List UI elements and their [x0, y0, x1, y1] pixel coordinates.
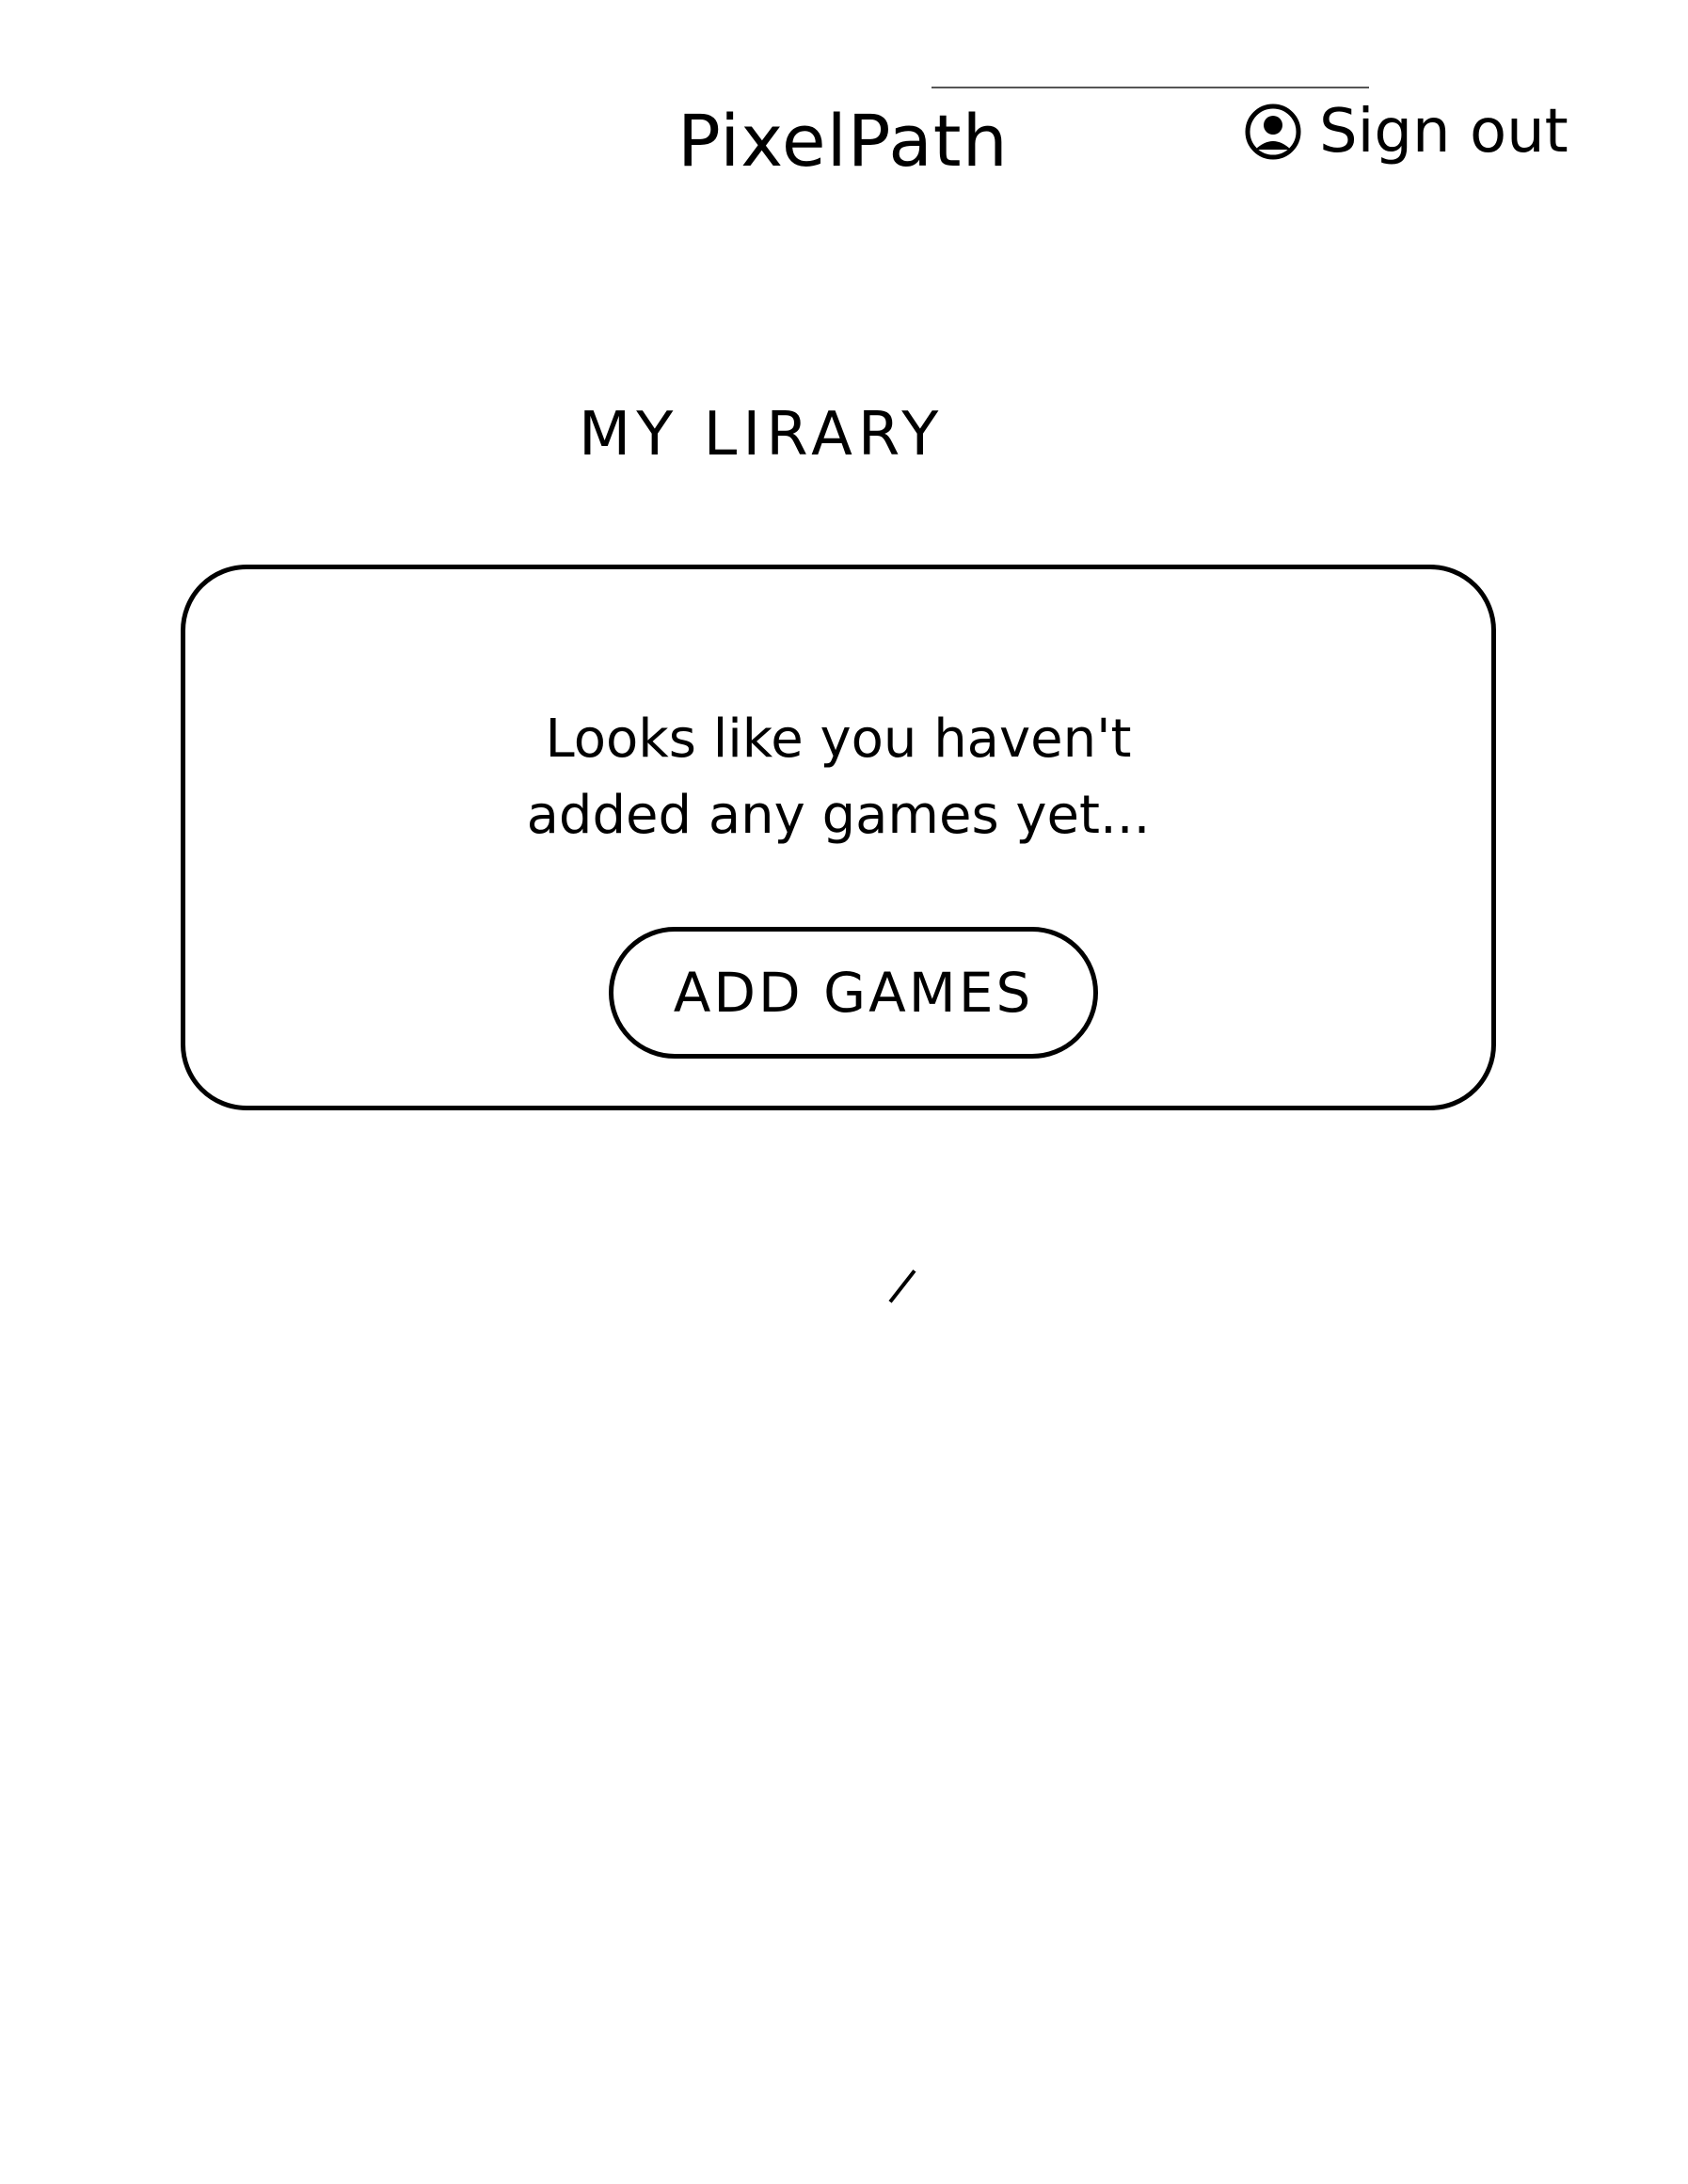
- add-games-button[interactable]: ADD GAMES: [609, 927, 1098, 1059]
- empty-message-line-2: added any games yet...: [526, 785, 1151, 847]
- library-heading: MY LIRARY: [579, 400, 945, 470]
- sign-out-control[interactable]: Sign out: [1244, 102, 1569, 162]
- empty-message-line-1: Looks like you haven't: [545, 709, 1132, 770]
- app-title: PixelPath: [677, 99, 1009, 183]
- sign-out-label: Sign out: [1319, 97, 1569, 167]
- header-divider: [932, 87, 1369, 88]
- empty-library-card: Looks like you haven't added any games y…: [181, 565, 1496, 1110]
- account-icon: [1245, 104, 1301, 160]
- empty-library-message: Looks like you haven't added any games y…: [185, 701, 1491, 853]
- stray-pen-mark: [888, 1269, 916, 1303]
